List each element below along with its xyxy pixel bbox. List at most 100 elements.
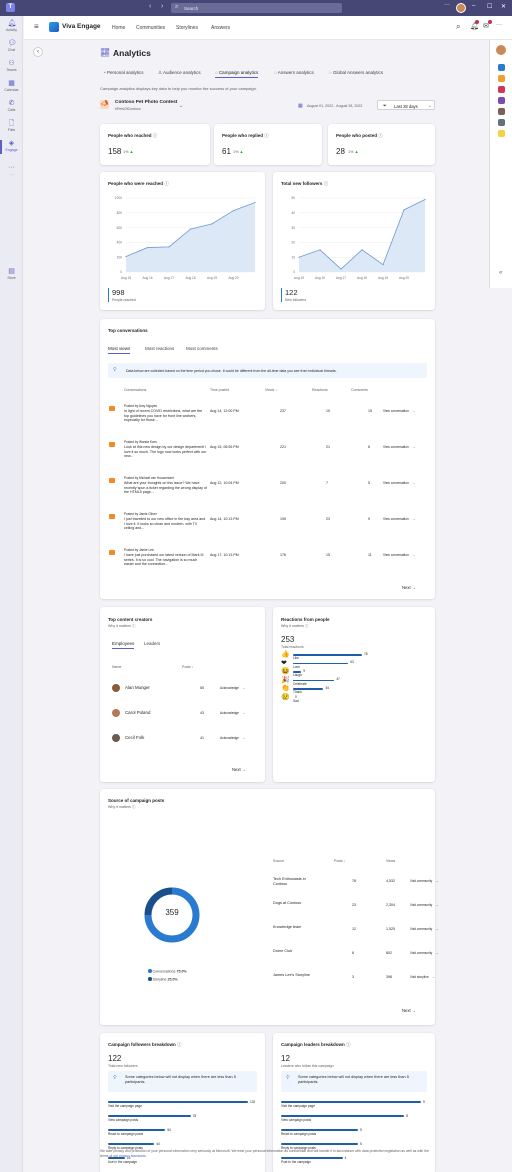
view-conversation-button[interactable]: View conversation → bbox=[383, 553, 415, 557]
rail-item-label: Files bbox=[7, 128, 16, 132]
info-icon[interactable]: ⓘ bbox=[177, 1042, 182, 1047]
info-icon[interactable]: ⓘ bbox=[164, 181, 169, 186]
conversation-snippet[interactable]: In light of recent COVID restrictions, w… bbox=[124, 409, 207, 423]
source-posts: 3 bbox=[352, 975, 354, 979]
conversation-snippet[interactable]: Look at this new design by our design de… bbox=[124, 445, 207, 459]
tab-most-views[interactable]: Most views bbox=[108, 346, 131, 354]
profile-avatar[interactable] bbox=[456, 3, 466, 13]
why-it-matters[interactable]: Why it matters ⓘ bbox=[108, 805, 136, 810]
app-icon-6[interactable] bbox=[498, 119, 505, 126]
chevron-down-icon: ⌄ bbox=[428, 102, 432, 108]
tab-leaders[interactable]: Leaders bbox=[144, 641, 160, 646]
rail-item-chat[interactable]: 💬︎ Chat bbox=[0, 40, 23, 56]
back-button[interactable]: ‹ bbox=[33, 47, 43, 57]
rail-item-engage[interactable]: ◈ Engage bbox=[0, 140, 23, 156]
source-posts: 23 bbox=[352, 903, 356, 907]
view-conversation-button[interactable]: View conversation → bbox=[383, 445, 415, 449]
visit-source-button[interactable]: Visit community → bbox=[410, 927, 438, 931]
teams-logo-icon[interactable]: T bbox=[6, 3, 15, 12]
next-button[interactable]: Next → bbox=[402, 1008, 416, 1013]
nav-communities[interactable]: Communities bbox=[136, 25, 165, 31]
col-posts[interactable]: Posts ↓ bbox=[334, 859, 346, 863]
campaign-megaphone-icon: 📣︎ bbox=[100, 100, 109, 109]
forward-nav-icon[interactable]: › bbox=[161, 3, 163, 10]
maximize-icon[interactable]: ☐ bbox=[487, 3, 492, 10]
tab-personal-analytics[interactable]: ◔ Personal analytics bbox=[103, 70, 144, 75]
minimize-icon[interactable]: – bbox=[472, 3, 475, 9]
col-posts[interactable]: Posts ↓ bbox=[182, 665, 194, 669]
app-icon-1[interactable] bbox=[498, 64, 505, 71]
rail-item-label: Store bbox=[7, 276, 16, 280]
info-icon: ⓘ bbox=[131, 624, 136, 628]
rail-item-activity[interactable]: 🔔︎ Activity bbox=[0, 20, 23, 36]
avatar[interactable] bbox=[496, 45, 506, 55]
why-it-matters[interactable]: Why it matters ⓘ bbox=[108, 624, 136, 629]
back-nav-icon[interactable]: ‹ bbox=[149, 3, 151, 10]
app-icon-2[interactable] bbox=[498, 75, 505, 82]
acknowledge-label: Acknowledge bbox=[220, 736, 239, 740]
rail-item-calls[interactable]: ✆ Calls bbox=[0, 100, 23, 116]
app-icon-4[interactable] bbox=[498, 97, 505, 104]
collapse-panel-icon[interactable]: « bbox=[499, 270, 502, 276]
view-conversation-button[interactable]: View conversation → bbox=[383, 517, 415, 521]
reaction-thank-icon: 👏 bbox=[281, 685, 290, 693]
reaction-sad-icon: 😢 bbox=[281, 694, 290, 701]
rail-item-files[interactable]: 🗋 Files bbox=[0, 120, 23, 136]
reactions-total: 253 bbox=[281, 635, 295, 644]
stat-value: 28 bbox=[336, 147, 345, 156]
visit-source-button[interactable]: Visit community → bbox=[410, 879, 438, 883]
period-dropdown[interactable]: ⏷ Last 28 days ⌄ bbox=[377, 100, 435, 110]
tab-audience-analytics[interactable]: ♙ Audience analytics bbox=[158, 70, 201, 76]
table-row: Posted by Amy Nguyen In light of recent C… bbox=[100, 401, 435, 435]
nav-answers[interactable]: Answers bbox=[211, 25, 230, 31]
privacy-link[interactable]: privacy standards. bbox=[119, 1154, 147, 1158]
top-conversations-card: Top conversations Most views Most reacti… bbox=[100, 319, 435, 599]
why-it-matters[interactable]: Why it matters ⓘ bbox=[281, 624, 309, 629]
rail-item-[interactable]: ···... bbox=[0, 164, 23, 180]
visit-source-button[interactable]: Visit storyline → bbox=[410, 975, 435, 979]
conversation-snippet[interactable]: What are your thoughts on this issue? We… bbox=[124, 481, 207, 495]
conversation-snippet[interactable]: I just travelled to our new office in th… bbox=[124, 517, 207, 531]
info-icon[interactable]: ⓘ bbox=[264, 133, 269, 138]
nav-storylines[interactable]: Storylines bbox=[176, 25, 198, 31]
app-icon-7[interactable] bbox=[498, 130, 505, 137]
info-icon[interactable]: ⓘ bbox=[378, 133, 383, 138]
visit-source-button[interactable]: Visit community → bbox=[410, 951, 438, 955]
rail-item-teams[interactable]: ⚇ Teams bbox=[0, 60, 23, 76]
rail-item-label: Calendar bbox=[4, 88, 19, 92]
nav-home[interactable]: Home bbox=[112, 25, 125, 31]
info-icon[interactable]: ⓘ bbox=[346, 1042, 351, 1047]
tab-most-reactions[interactable]: Most reactions bbox=[145, 346, 174, 351]
campaign-dropdown-icon[interactable]: ⌄ bbox=[179, 103, 183, 109]
next-button[interactable]: Next → bbox=[232, 767, 246, 772]
more-options-icon[interactable]: ··· bbox=[444, 2, 450, 8]
info-icon[interactable]: ⓘ bbox=[324, 181, 329, 186]
app-icon-5[interactable] bbox=[498, 108, 505, 115]
rail-item-store[interactable]: ▤ Store bbox=[0, 268, 23, 284]
tab-answers-analytics[interactable]: ◌ Answers analytics bbox=[274, 70, 314, 75]
tab-campaign-analytics[interactable]: ◌ Campaign analytics bbox=[215, 70, 259, 78]
acknowledge-button[interactable]: Acknowledge → bbox=[220, 711, 245, 715]
arrow-right-icon: → bbox=[435, 927, 439, 931]
more-app-icon[interactable]: ··· bbox=[496, 22, 502, 28]
next-button[interactable]: Next → bbox=[402, 585, 416, 590]
acknowledge-button[interactable]: Acknowledge → bbox=[220, 686, 245, 690]
visit-source-button[interactable]: Visit community → bbox=[410, 903, 438, 907]
app-icon-3[interactable] bbox=[498, 86, 505, 93]
col-views[interactable]: Views ↓ bbox=[265, 388, 277, 392]
hamburger-menu-icon[interactable]: ≡ bbox=[34, 22, 39, 31]
tab-employees[interactable]: Employees bbox=[112, 641, 135, 649]
tab-most-comments[interactable]: Most comments bbox=[186, 346, 218, 351]
search-input[interactable]: ⌕ Search bbox=[171, 3, 342, 13]
visit-source-label: Visit community bbox=[410, 951, 433, 955]
view-conversation-button[interactable]: View conversation → bbox=[383, 409, 415, 413]
view-conversation-button[interactable]: View conversation → bbox=[383, 481, 415, 485]
search-app-icon[interactable]: ⌕ bbox=[456, 22, 460, 32]
tab-global-answers-analytics[interactable]: ◌ Global Answers analytics bbox=[329, 70, 383, 75]
next-label: Next bbox=[402, 1008, 411, 1013]
acknowledge-button[interactable]: Acknowledge → bbox=[220, 736, 245, 740]
rail-item-calendar[interactable]: ▦ Calendar bbox=[0, 80, 23, 96]
close-window-icon[interactable]: ✕ bbox=[501, 3, 506, 10]
info-icon[interactable]: ⓘ bbox=[153, 133, 158, 138]
conversation-snippet[interactable]: I have just purchased our latest version… bbox=[124, 553, 207, 567]
